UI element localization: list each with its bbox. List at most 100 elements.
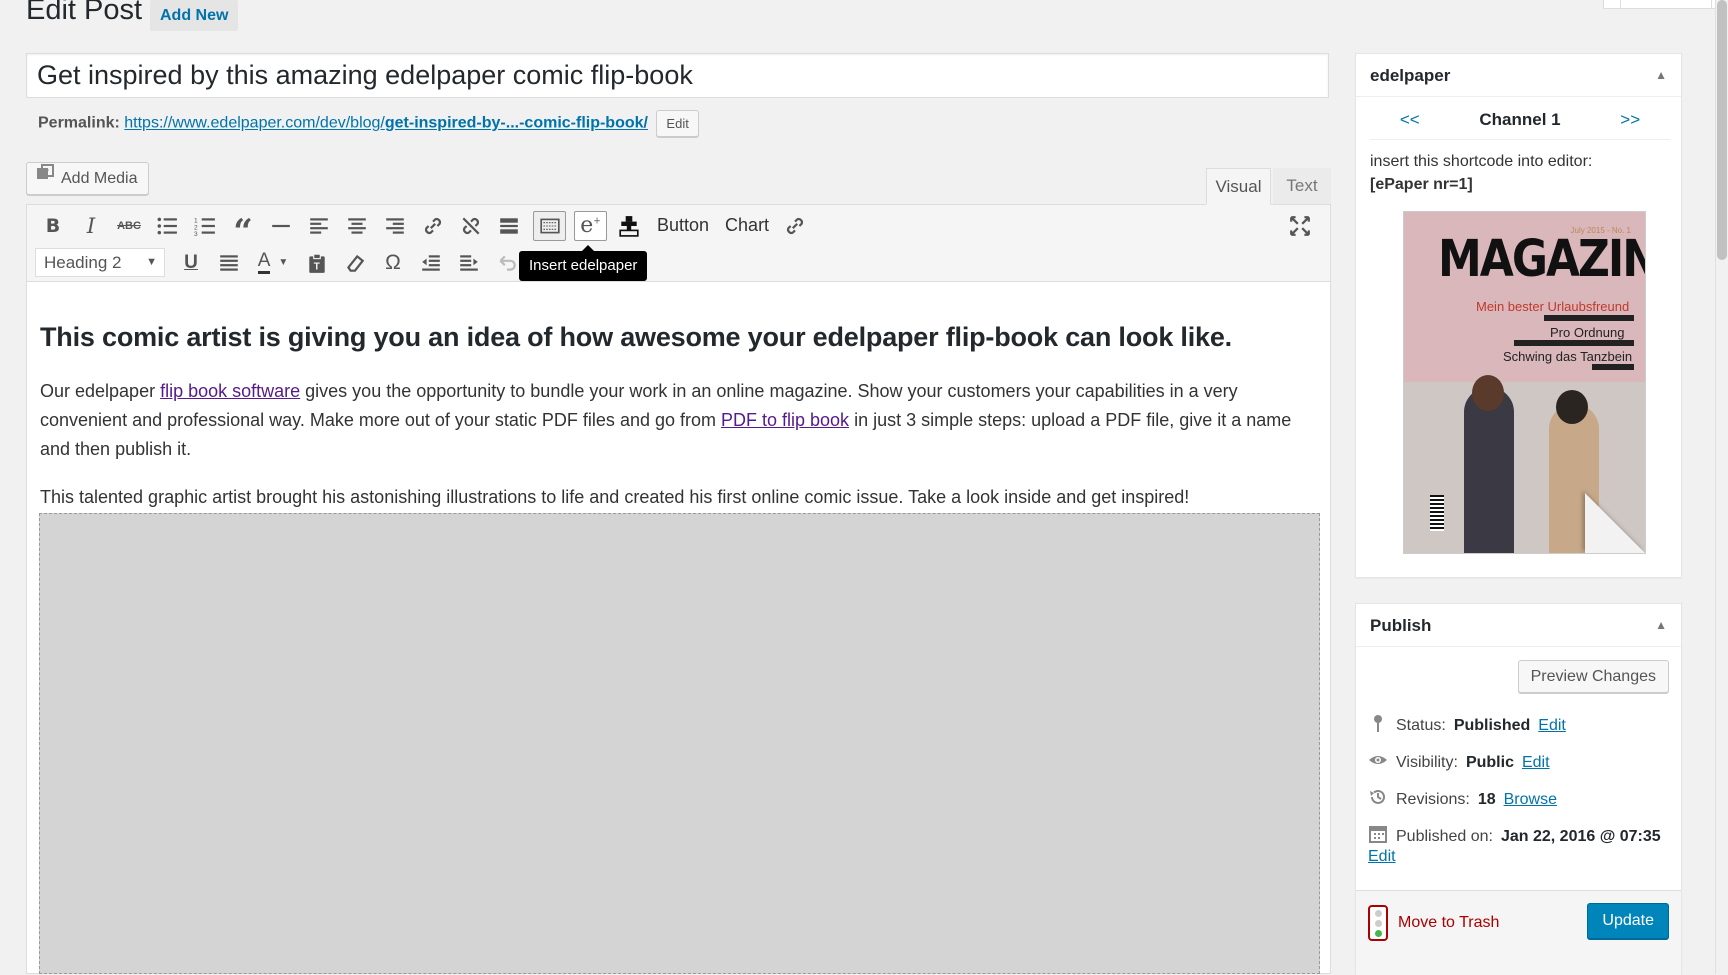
media-icon [35,163,55,194]
italic-icon[interactable]: I [73,209,109,242]
align-right-icon[interactable] [377,209,413,242]
visibility-value: Public [1465,753,1514,771]
revisions-row: Revisions: 18 Browse [1368,787,1557,812]
justify-icon[interactable] [211,246,247,279]
button-shortcode[interactable]: Button [649,209,717,242]
shortcode-note: insert this shortcode into editor: [ePap… [1370,150,1592,196]
cover-person-1 [1464,387,1514,553]
numbered-list-icon[interactable]: 123 [187,209,223,242]
next-channel-link[interactable]: >> [1620,110,1640,130]
indent-icon[interactable] [451,246,487,279]
text-color-icon[interactable]: A ▼ [249,246,297,279]
page-scrollbar-thumb[interactable] [1717,0,1727,260]
publish-metabox: Publish ▲ Preview Changes Status: Publis… [1355,603,1682,975]
special-character-icon[interactable]: Ω [375,246,411,279]
channel-nav: << Channel 1 >> [1370,101,1670,140]
format-select-value: Heading 2 [44,253,122,272]
preview-changes-button[interactable]: Preview Changes [1517,660,1669,693]
read-more-icon[interactable] [491,209,527,242]
publish-metabox-header[interactable]: Publish ▲ [1356,604,1681,647]
content-heading: This comic artist is giving you an idea … [40,322,1232,352]
permalink-label: Permalink: [38,114,120,132]
magazine-line-2: Pro Ordnung [1550,325,1625,340]
flip-book-software-link[interactable]: flip book software [160,381,300,401]
svg-text:T: T [314,261,320,272]
update-button[interactable]: Update [1587,903,1669,939]
link-icon[interactable] [415,209,451,242]
tab-text[interactable]: Text [1273,168,1331,204]
traffic-light-icon [1368,905,1388,941]
visibility-row: Visibility: Public Edit [1368,750,1550,775]
shortcode-instruction: insert this shortcode into editor: [1370,153,1593,170]
published-label: Published on: [1396,827,1493,845]
editor-content[interactable]: This comic artist is giving you an idea … [40,320,1315,512]
collapse-icon[interactable]: ▲ [1655,604,1667,647]
help-tab[interactable] [1620,0,1712,9]
permalink: Permalink: https://www.edelpaper.com/dev… [38,110,699,137]
permalink-base: https://www.edelpaper.com/dev/blog/ [124,114,385,132]
magazine-bar-3 [1592,364,1634,370]
cover-person-1-head [1472,375,1504,411]
published-value: Jan 22, 2016 @ 07:35 [1500,827,1661,845]
move-to-trash-link[interactable]: Move to Trash [1368,905,1499,941]
prev-channel-link[interactable]: << [1400,110,1420,130]
insert-edelpaper-tooltip: Insert edelpaper [519,245,648,281]
blockquote-icon[interactable]: “ [225,209,261,249]
revisions-label: Revisions: [1396,790,1470,808]
paste-text-icon[interactable]: T [299,246,335,279]
status-row: Status: Published Edit [1368,713,1566,738]
publish-metabox-title: Publish [1370,616,1432,635]
status-value: Published [1453,716,1531,734]
edelpaper-metabox: edelpaper ▲ << Channel 1 >> insert this … [1355,53,1682,578]
collapse-icon[interactable]: ▲ [1655,54,1667,97]
svg-text:3: 3 [194,230,198,236]
content-paragraph-1: Our edelpaper flip book software gives y… [40,377,1315,464]
strikethrough-icon[interactable]: ABC [111,209,147,242]
pdf-to-flip-book-link[interactable]: PDF to flip book [721,410,849,430]
pin-icon [1368,713,1388,738]
edelpaper-embed-placeholder[interactable] [39,513,1320,974]
published-on-row: Published on: Jan 22, 2016 @ 07:35 [1368,824,1661,849]
magazine-title: MAGAZINE [1438,230,1645,289]
edelpaper-metabox-header[interactable]: edelpaper ▲ [1356,54,1681,97]
shortcode-value: [ePaper nr=1] [1370,176,1473,193]
permalink-link[interactable]: https://www.edelpaper.com/dev/blog/get-i… [124,115,648,132]
barcode [1430,495,1444,531]
shortcode-icon[interactable] [611,209,647,242]
chart-shortcode[interactable]: Chart [717,209,777,242]
format-select[interactable]: Heading 2 ▼ [35,248,165,277]
magazine-cover-thumbnail[interactable]: July 2015 - No. 1 MAGAZINE Mein bester U… [1403,211,1646,554]
revisions-browse-link[interactable]: Browse [1504,791,1557,809]
channel-label: Channel 1 [1479,110,1561,129]
p1-text-a: Our edelpaper [40,381,161,402]
align-center-icon[interactable] [339,209,375,242]
history-icon [1368,787,1388,812]
magazine-line-1: Mein bester Urlaubsfreund [1476,299,1630,314]
clear-formatting-icon[interactable] [337,246,373,279]
magazine-bar-2 [1514,340,1634,346]
add-media-button[interactable]: Add Media [26,162,149,195]
add-new-button[interactable]: Add New [150,0,239,31]
page-curl [1585,493,1645,553]
unlink-icon[interactable] [453,209,489,242]
link2-icon[interactable] [777,209,813,242]
fullscreen-icon[interactable] [1282,209,1318,242]
post-title-input[interactable]: Get inspired by this amazing edelpaper c… [26,53,1329,98]
cover-person-2-head [1556,390,1588,424]
bullet-list-icon[interactable] [149,209,185,242]
align-left-icon[interactable] [301,209,337,242]
underline-icon[interactable]: U [173,246,209,279]
permalink-edit-button[interactable]: Edit [656,110,699,137]
permalink-slug: get-inspired-by-...-comic-flip-book/ [384,114,648,132]
toolbar-toggle-icon[interactable] [533,210,566,241]
outdent-icon[interactable] [413,246,449,279]
tab-visual[interactable]: Visual [1206,168,1271,205]
status-edit-link[interactable]: Edit [1538,717,1566,735]
visibility-edit-link[interactable]: Edit [1522,754,1550,772]
published-edit-link[interactable]: Edit [1368,848,1396,866]
bold-icon[interactable]: B [35,209,71,242]
status-label: Status: [1396,716,1446,734]
edelpaper-icon[interactable]: e+ [574,210,607,241]
horizontal-rule-icon[interactable] [263,209,299,242]
edelpaper-metabox-title: edelpaper [1370,66,1451,85]
